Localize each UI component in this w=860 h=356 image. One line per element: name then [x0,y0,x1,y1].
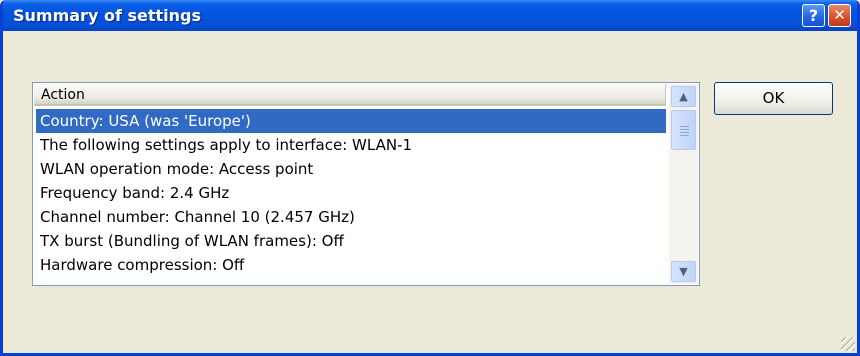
help-button[interactable]: ? [802,4,825,27]
title-bar[interactable]: Summary of settings ? ✕ [3,0,857,31]
window-title: Summary of settings [13,6,201,25]
list-item[interactable]: Channel number: Channel 10 (2.457 GHz) [36,205,666,229]
scroll-up-button[interactable]: ▲ [671,86,696,107]
scroll-up-icon: ▲ [679,90,688,103]
close-button[interactable]: ✕ [828,4,851,27]
column-header-action[interactable]: Action [34,84,666,106]
resize-grip-icon[interactable] [841,337,855,351]
thumb-grip-line [680,132,689,133]
thumb-grip-line [680,129,689,130]
list-item[interactable]: WLAN operation mode: Access point [36,157,666,181]
list-item[interactable]: The following settings apply to interfac… [36,133,666,157]
list-item[interactable]: Hardware compression: Off [36,253,666,277]
scroll-down-button[interactable]: ▼ [671,261,696,282]
thumb-grip-line [680,126,689,127]
list-rows: Country: USA (was 'Europe') The followin… [36,109,666,277]
dialog-window: Summary of settings ? ✕ Action Country: … [0,0,860,356]
help-icon: ? [808,6,819,25]
settings-list[interactable]: Action Country: USA (was 'Europe') The f… [32,82,700,286]
column-header-label: Action [41,87,85,103]
list-item[interactable]: Country: USA (was 'Europe') [36,109,666,133]
list-item[interactable]: Frequency band: 2.4 GHz [36,181,666,205]
close-icon: ✕ [833,6,846,24]
scroll-down-icon: ▼ [679,265,688,278]
vertical-scrollbar[interactable]: ▲ ▼ [669,84,698,284]
ok-button[interactable]: OK [714,82,833,115]
thumb-grip-line [680,135,689,136]
list-item[interactable]: TX burst (Bundling of WLAN frames): Off [36,229,666,253]
scroll-thumb[interactable] [671,110,696,150]
